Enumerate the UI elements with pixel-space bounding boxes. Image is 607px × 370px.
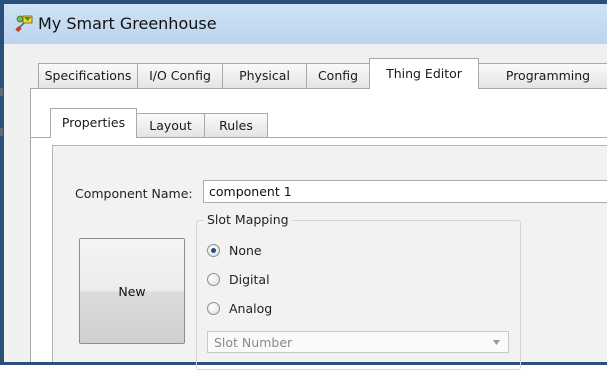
tab-layout[interactable]: Layout [136, 113, 205, 137]
app-window: My Smart Greenhouse Specifications I/O C… [0, 0, 607, 370]
slot-number-select[interactable]: Slot Number [207, 331, 509, 353]
tab-config[interactable]: Config [306, 63, 370, 88]
component-name-label: Component Name: [75, 186, 193, 201]
window-title: My Smart Greenhouse [38, 14, 217, 33]
slot-mapping-legend: Slot Mapping [204, 212, 292, 227]
component-name-input[interactable] [203, 180, 607, 203]
device-dialog-body: Specifications I/O Config Physical Confi… [10, 44, 607, 370]
slot-number-placeholder: Slot Number [214, 335, 293, 350]
radio-button-digital[interactable] [207, 273, 220, 286]
tab-properties[interactable]: Properties [50, 108, 137, 138]
properties-content: Component Name: New Slot Mapping None Di… [52, 145, 607, 370]
slot-mapping-group: Slot Mapping None Digital Analog Slot Nu… [196, 212, 521, 370]
radio-label-analog: Analog [229, 301, 273, 316]
tab-physical[interactable]: Physical [222, 63, 307, 88]
radio-label-digital: Digital [229, 272, 270, 287]
tab-specifications[interactable]: Specifications [38, 63, 138, 88]
title-bar[interactable]: My Smart Greenhouse [4, 4, 607, 44]
radio-button-analog[interactable] [207, 302, 220, 315]
radio-label-none: None [229, 243, 262, 258]
tab-programming[interactable]: Programming [478, 63, 607, 88]
tab-rules[interactable]: Rules [204, 113, 268, 137]
new-button[interactable]: New [79, 238, 185, 344]
tab-io-config[interactable]: I/O Config [137, 63, 223, 88]
tab-thing-editor[interactable]: Thing Editor [369, 58, 479, 89]
greenhouse-app-icon [15, 15, 33, 33]
radio-button-none[interactable] [207, 244, 220, 257]
chevron-down-icon [493, 340, 500, 345]
window-edge-marks [0, 88, 3, 151]
